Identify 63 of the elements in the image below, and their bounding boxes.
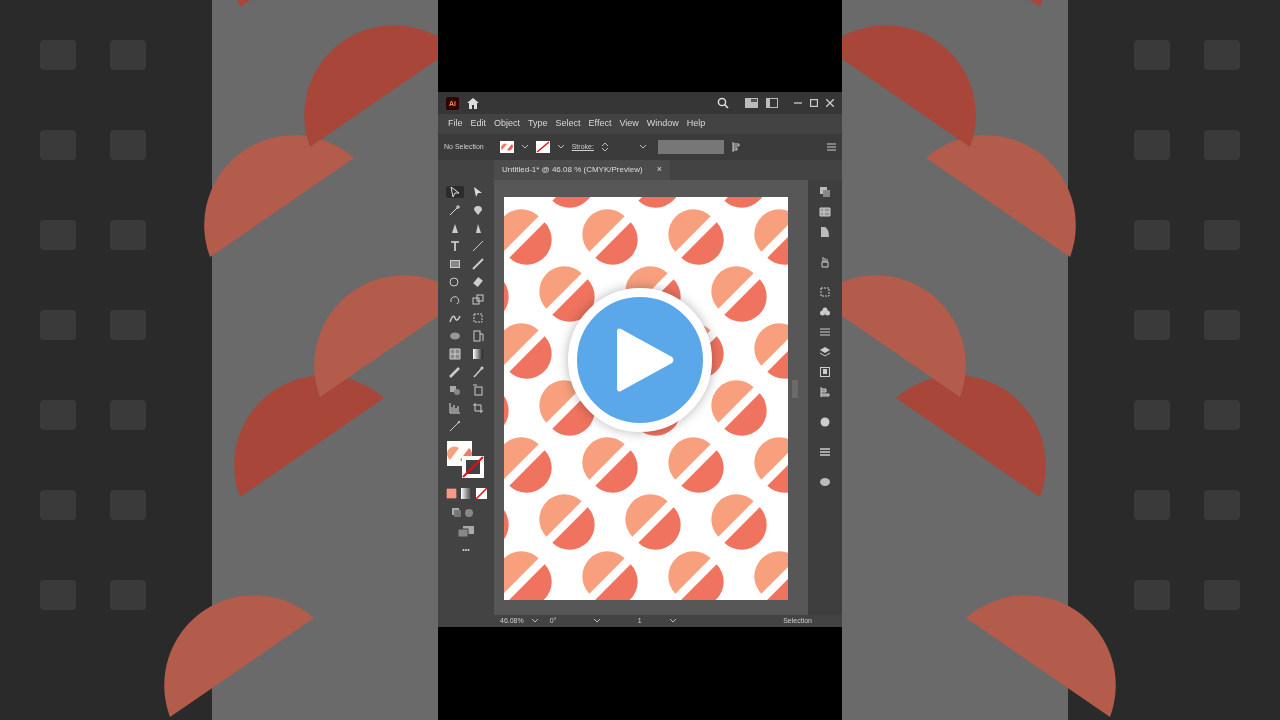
none-icon[interactable] [475, 488, 487, 499]
fill-stroke-drawing[interactable] [446, 440, 486, 480]
menu-item[interactable]: Effect [584, 117, 616, 131]
menu-icon[interactable] [827, 143, 836, 151]
selection-arrow-icon[interactable] [448, 186, 461, 198]
menu-item[interactable]: Edit [466, 117, 491, 131]
maximize-icon[interactable] [810, 99, 818, 107]
line-icon[interactable] [471, 240, 484, 252]
menu-item[interactable]: Select [551, 117, 585, 131]
club-icon[interactable] [819, 306, 831, 318]
circle-icon[interactable] [448, 276, 461, 288]
grid-icon[interactable] [819, 206, 831, 218]
menu-item[interactable]: Window [642, 117, 683, 131]
scale-icon[interactable] [471, 294, 484, 306]
menu-item[interactable]: View [615, 117, 643, 131]
caret-icon[interactable] [639, 145, 646, 149]
menu-item[interactable]: File [444, 117, 467, 131]
circle-icon[interactable] [819, 416, 831, 428]
type-icon[interactable] [448, 240, 461, 252]
lines-icon[interactable] [819, 446, 831, 458]
caret-icon[interactable] [669, 619, 676, 623]
opacity-field[interactable] [657, 140, 724, 154]
blend-icon[interactable] [448, 384, 461, 396]
transform-icon[interactable] [819, 286, 831, 298]
blob-icon[interactable] [819, 476, 831, 488]
frame-icon[interactable] [471, 312, 484, 324]
mesh-icon[interactable] [448, 348, 461, 360]
tab-close[interactable]: × [656, 163, 662, 177]
book-icon[interactable] [819, 366, 831, 378]
home-icon[interactable] [467, 97, 479, 109]
crop-icon[interactable] [471, 402, 484, 414]
wand-icon[interactable] [448, 204, 461, 216]
menu-item[interactable]: Object [490, 117, 525, 131]
menu-item[interactable]: Type [524, 117, 552, 131]
document-tab[interactable]: Untitled-1* @ 46.08 % (CMYK/Preview) × [494, 160, 670, 180]
gradient-icon[interactable] [460, 488, 472, 499]
rotate-icon[interactable] [448, 294, 461, 306]
document-title: Untitled-1* @ 46.08 % (CMYK/Preview) [502, 164, 643, 176]
search-icon[interactable] [717, 97, 729, 109]
layers-icon[interactable] [819, 186, 831, 198]
screen-mode-icon[interactable] [458, 526, 474, 537]
rectangle-icon[interactable] [448, 258, 461, 270]
caret-icon[interactable] [531, 619, 538, 623]
minimize-icon[interactable] [794, 99, 802, 107]
bar-chart-icon[interactable] [448, 402, 461, 414]
sliders-icon[interactable] [819, 326, 831, 338]
gradient-icon[interactable] [471, 348, 484, 360]
workspace-icon[interactable] [745, 98, 758, 108]
stack-icon[interactable] [819, 346, 831, 358]
menu-item[interactable]: Help [682, 117, 710, 131]
caret-icon[interactable] [521, 145, 528, 149]
caret-icon[interactable] [593, 619, 600, 623]
stepper-icon[interactable] [601, 142, 608, 152]
caret-icon[interactable] [557, 145, 564, 149]
stroke-swatch[interactable] [535, 141, 550, 153]
color-icon[interactable] [445, 488, 457, 499]
close-icon[interactable] [826, 99, 834, 107]
play-icon [617, 327, 675, 393]
arrow-icon[interactable] [471, 186, 484, 198]
document-icon[interactable] [819, 226, 831, 238]
fill-swatch[interactable] [499, 141, 514, 153]
shape-icon[interactable] [448, 330, 461, 342]
panel-layout-icon[interactable] [766, 98, 778, 108]
